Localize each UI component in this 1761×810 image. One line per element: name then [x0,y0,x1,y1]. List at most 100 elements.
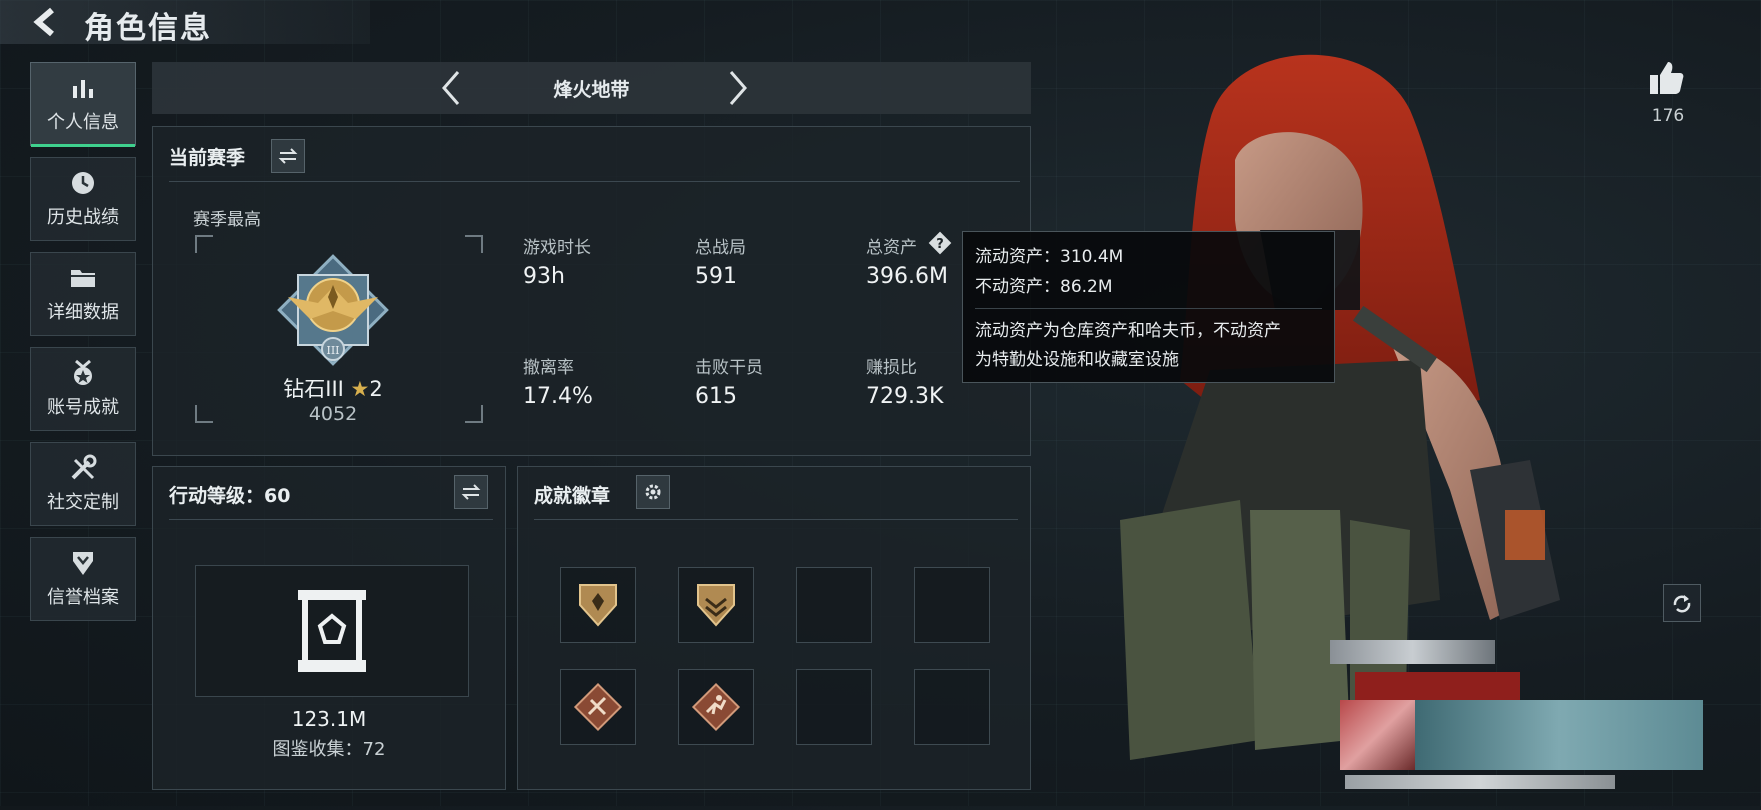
svg-text:?: ? [936,237,944,252]
season-title: 当前赛季 [169,147,246,169]
sidebar-item-label: 信誉档案 [47,587,119,608]
clock-icon [69,169,97,197]
badge-settings-button[interactable] [636,475,670,509]
diamond-tools-badge-icon [573,682,623,732]
tooltip-note-line: 流动资产为仓库资产和哈夫币，不动资产 [975,321,1281,341]
action-level-title: 行动等级：60 [169,485,291,507]
blurred-tag [1355,672,1520,702]
shield-icon [69,549,97,577]
svg-text:III: III [326,344,339,357]
assets-tooltip: 流动资产：310.4M 不动资产：86.2M 流动资产为仓库资产和哈夫币，不动资… [962,231,1335,383]
stat-value-play-time: 93h [523,264,565,289]
mode-name: 烽火地带 [553,79,630,101]
badge-slot-empty[interactable] [796,669,872,745]
help-icon[interactable]: ? [928,231,952,255]
blurred-player-name [1330,640,1495,664]
sidebar-item-social[interactable]: 社交定制 [30,442,136,526]
stat-label: 游戏时长 [523,238,591,258]
gear-icon [645,484,661,500]
tooltip-divider [975,308,1322,309]
sidebar-item-label: 历史战绩 [47,207,119,228]
chevron-right-icon [729,71,747,105]
header-bar: 角色信息 [0,0,370,46]
sidebar-item-label: 个人信息 [47,112,119,133]
page-title: 角色信息 [84,11,212,46]
shield-badge-icon [579,584,617,627]
rank-emblem-icon: III [268,245,398,375]
badge-slot-empty[interactable] [914,669,990,745]
collection-case-icon [298,590,366,672]
blurred-avatar [1340,700,1415,770]
sidebar-item-credit[interactable]: 信誉档案 [30,537,136,621]
sidebar: 个人信息 历史战绩 详细数据 账号成就 社交定制 信誉档案 [30,62,138,632]
sidebar-item-label: 社交定制 [47,492,119,513]
mode-selector: 烽火地带 [152,62,1031,114]
rotate-button[interactable] [1663,584,1701,622]
blurred-text [1345,775,1615,789]
rotate-icon [1673,595,1691,613]
folder-icon [69,264,97,292]
collection-count: 图鉴收集：72 [272,739,386,760]
panel-divider [534,519,1018,520]
bar-chart-icon [69,74,97,102]
stat-label: 总资产 [866,238,917,258]
stat-label: 赚损比 [866,358,917,378]
sidebar-item-label: 详细数据 [47,302,119,323]
stat-value-kills: 615 [695,384,737,409]
badge-slot-empty[interactable] [914,567,990,643]
badge-slot[interactable] [678,567,754,643]
sidebar-item-label: 账号成就 [47,397,119,418]
swap-icon [461,484,481,500]
stat-value-profit-ratio: 729.3K [866,384,944,409]
thumbs-up-icon [1650,62,1684,94]
rank-name: 钻石III [283,377,344,401]
back-button[interactable] [28,6,64,38]
swap-icon [278,148,298,164]
chevron-shield-badge-icon [697,584,735,627]
sidebar-item-detailed-data[interactable]: 详细数据 [30,252,136,336]
star-icon: ★ [350,377,370,401]
tools-icon [69,454,97,482]
achievement-badges-panel: 成就徽章 [517,466,1031,790]
rank-stars: 2 [369,377,383,401]
season-best-label: 赛季最高 [193,210,261,230]
badge-slot[interactable] [678,669,754,745]
next-mode-button[interactable] [717,68,757,108]
sidebar-item-personal-info[interactable]: 个人信息 [30,62,136,147]
like-button[interactable] [1646,58,1690,102]
badge-slot[interactable] [560,669,636,745]
tooltip-fixed-assets: 不动资产：86.2M [975,277,1113,297]
like-count: 176 [1651,106,1685,126]
frame-corner [465,235,483,253]
stat-label: 总战局 [695,238,746,258]
stat-label: 撤离率 [523,358,574,378]
frame-corner [465,405,483,423]
stat-label: 击败干员 [695,358,763,378]
blurred-banner [1415,700,1703,770]
collection-value: 123.1M [291,707,367,731]
current-season-panel: 当前赛季 赛季最高 III 钻石III ★2 4052 游戏时长 93h 总战局… [152,126,1031,456]
stat-value-total-matches: 591 [695,264,737,289]
badges-title: 成就徽章 [534,485,611,507]
panel-divider [169,519,493,520]
season-switch-button[interactable] [271,139,305,173]
collection-display[interactable] [195,565,469,697]
tooltip-note-line: 为特勤处设施和收藏室设施 [975,350,1179,370]
medal-icon [69,359,97,387]
sidebar-item-achievements[interactable]: 账号成就 [30,347,136,431]
frame-corner [195,405,213,423]
stat-value-extract-rate: 17.4% [523,384,593,409]
tooltip-liquid-assets: 流动资产：310.4M [975,247,1124,267]
tooltip-note: 流动资产为仓库资产和哈夫币，不动资产 为特勤处设施和收藏室设施 [975,317,1322,375]
back-arrow-icon [33,7,54,37]
frame-corner [195,235,213,253]
badge-slot-empty[interactable] [796,567,872,643]
panel-divider [169,181,1020,182]
badge-slot[interactable] [560,567,636,643]
diamond-runner-badge-icon [691,682,741,732]
rank-name-row: 钻石III ★2 [223,373,443,403]
level-switch-button[interactable] [454,475,488,509]
sidebar-item-history[interactable]: 历史战绩 [30,157,136,241]
action-level-panel: 行动等级：60 123.1M 图鉴收集：72 [152,466,506,790]
stat-value-total-assets: 396.6M [866,264,948,289]
